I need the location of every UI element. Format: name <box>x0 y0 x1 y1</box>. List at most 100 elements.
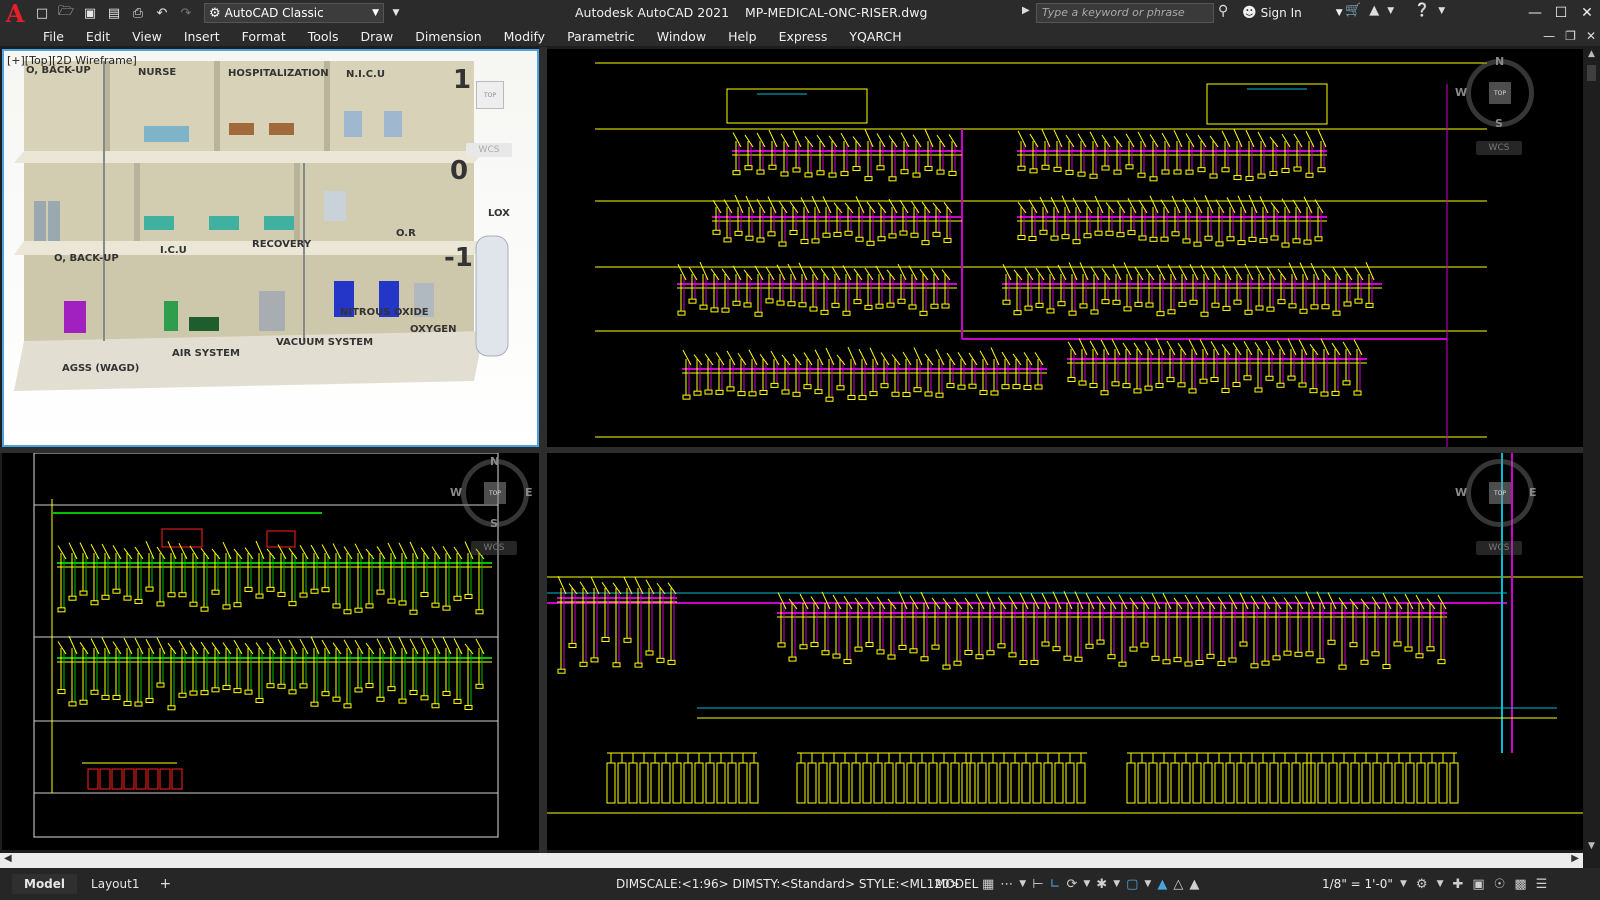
menu-express[interactable]: Express <box>779 29 828 44</box>
gear-icon: ⚙ <box>209 5 221 21</box>
menu-parametric[interactable]: Parametric <box>567 29 635 44</box>
wcs-menu-bottom-left[interactable]: WCS <box>471 541 517 555</box>
workspace-select[interactable]: ⚙ AutoCAD Classic ▼ <box>204 3 384 23</box>
compass-south: S <box>1495 117 1503 130</box>
tab-layout1[interactable]: Layout1 <box>79 874 151 894</box>
scroll-down-icon[interactable]: ▼ <box>1586 841 1597 851</box>
save-icon[interactable]: ▣ <box>80 3 100 23</box>
close-icon[interactable]: ✕ <box>1574 0 1600 26</box>
chevron-down-icon[interactable]: ▼ <box>1438 6 1445 16</box>
autocad-logo-icon[interactable]: A <box>0 0 30 28</box>
compass-west: W <box>1455 86 1468 99</box>
viewcube-top-left[interactable]: TOP <box>476 81 504 109</box>
floor-number-1: 1 <box>453 65 472 95</box>
title-tools: 🛒 ▲ ▼ ❔ ▼ <box>1345 3 1445 18</box>
label-vacuum-system: VACUUM SYSTEM <box>276 337 374 348</box>
plus-icon[interactable]: ✚ <box>1453 877 1464 892</box>
label-nurse: NURSE <box>138 67 177 78</box>
menu-window[interactable]: Window <box>657 29 706 44</box>
model-space-button[interactable]: MODEL <box>935 868 978 900</box>
chevron-down-icon[interactable]: ▼ <box>1437 879 1444 889</box>
wcs-menu-top-right[interactable]: WCS <box>1476 141 1522 155</box>
help-icon[interactable]: ❔ <box>1414 3 1430 18</box>
snap-icon[interactable]: ⋯ <box>1000 877 1013 892</box>
new-file-icon[interactable]: □ <box>32 3 52 23</box>
customization-menu-icon[interactable]: ☰ <box>1536 877 1548 892</box>
viewport-top-left[interactable]: [+][Top][2D Wireframe] O, BACK-UP NURSE … <box>2 49 539 447</box>
print-icon[interactable]: ⎙ <box>128 3 148 23</box>
viewcube-face: TOP <box>1489 82 1511 104</box>
menu-edit[interactable]: Edit <box>86 29 110 44</box>
doc-restore-icon[interactable]: ❐ <box>1565 29 1576 43</box>
annotation-visibility-icon[interactable]: ▲ <box>1157 877 1167 892</box>
vertical-scrollbar[interactable]: ▲ ▼ <box>1583 47 1600 853</box>
menu-tools[interactable]: Tools <box>308 29 339 44</box>
save-as-icon[interactable]: ▤ <box>104 3 124 23</box>
user-icon: ☻ <box>1242 5 1257 21</box>
viewport-bottom-right[interactable]: TOP W E WCS <box>547 453 1583 850</box>
annotation-scale-value[interactable]: 1/8" = 1'-0" <box>1322 868 1393 900</box>
menu-format[interactable]: Format <box>242 29 286 44</box>
grid-icon[interactable]: ▦ <box>982 877 994 892</box>
chevron-down-icon[interactable]: ▼ <box>1113 879 1120 889</box>
autodesk-apps-icon[interactable]: ▲ <box>1369 3 1379 18</box>
menu-dimension[interactable]: Dimension <box>415 29 481 44</box>
chevron-down-icon[interactable]: ▼ <box>1144 879 1151 889</box>
menu-yqarch[interactable]: YQARCH <box>849 29 901 44</box>
scroll-up-icon[interactable]: ▲ <box>1586 49 1597 59</box>
title-bar: A □ 🗁 ▣ ▤ ⎙ ↶ ↷ ⚙ AutoCAD Classic ▼ ▼ Au… <box>0 0 1600 28</box>
wcs-menu-top-left[interactable]: WCS <box>466 143 512 157</box>
infer-constraints-icon[interactable]: ⊢ <box>1032 877 1043 892</box>
scroll-left-icon[interactable]: ◀ <box>4 853 12 864</box>
compass-east: E <box>1529 486 1537 499</box>
workspace-switch-gear-icon[interactable]: ⚙ <box>1416 877 1428 892</box>
chevron-down-icon: ▼ <box>372 8 379 18</box>
menu-file[interactable]: File <box>43 29 64 44</box>
cart-icon[interactable]: 🛒 <box>1345 3 1361 18</box>
scroll-right-icon[interactable]: ▶ <box>1571 853 1579 864</box>
minimize-icon[interactable]: — <box>1522 0 1548 26</box>
clean-screen-icon[interactable]: ▩ <box>1514 877 1526 892</box>
maximize-icon[interactable]: ☐ <box>1548 0 1574 26</box>
horizontal-scrollbar[interactable]: ◀ ▶ <box>0 853 1583 868</box>
add-layout-button[interactable]: + <box>159 876 171 892</box>
search-expand-icon[interactable]: ▶ <box>1022 5 1030 16</box>
chevron-down-icon[interactable]: ▼ <box>1387 6 1394 16</box>
chevron-down-icon[interactable]: ▼ <box>1019 879 1026 889</box>
polar-tracking-icon[interactable]: ⟳ <box>1066 877 1077 892</box>
viewport-top-right[interactable]: TOP N W S WCS <box>547 49 1583 447</box>
viewcube-bottom-right[interactable]: TOP <box>1466 459 1534 527</box>
annotation-scale-icon[interactable]: ▲ <box>1189 877 1199 892</box>
label-air-system: AIR SYSTEM <box>172 348 240 359</box>
label-icu: I.C.U <box>160 245 187 256</box>
menu-draw[interactable]: Draw <box>361 29 394 44</box>
window-controls: — ☐ ✕ <box>1522 0 1600 26</box>
menu-modify[interactable]: Modify <box>504 29 545 44</box>
undo-icon[interactable]: ↶ <box>152 3 172 23</box>
chevron-down-icon[interactable]: ▼ <box>1083 879 1090 889</box>
customize-quick-access-icon[interactable]: ▼ <box>386 3 406 23</box>
menu-view[interactable]: View <box>132 29 162 44</box>
menu-insert[interactable]: Insert <box>184 29 220 44</box>
hardware-acceleration-icon[interactable]: ☉ <box>1494 877 1506 892</box>
label-nicu: N.I.C.U <box>346 69 385 80</box>
object-snap-icon[interactable]: ▢ <box>1126 877 1138 892</box>
ortho-icon[interactable]: ∟ <box>1050 877 1061 892</box>
search-icon[interactable]: ⚲ <box>1218 3 1236 23</box>
menu-help[interactable]: Help <box>728 29 757 44</box>
viewport-bottom-left[interactable]: TOP N W E S WCS <box>2 453 539 850</box>
open-folder-icon[interactable]: 🗁 <box>56 3 76 23</box>
chevron-down-icon[interactable]: ▼ <box>1400 879 1407 889</box>
scrollbar-thumb[interactable] <box>1587 65 1596 81</box>
doc-close-icon[interactable]: ✕ <box>1586 29 1596 43</box>
search-input[interactable]: Type a keyword or phrase <box>1036 3 1214 23</box>
isodraft-icon[interactable]: ✱ <box>1096 877 1107 892</box>
redo-icon[interactable]: ↷ <box>176 3 196 23</box>
auto-scale-icon[interactable]: △ <box>1173 877 1183 892</box>
doc-minimize-icon[interactable]: — <box>1543 29 1555 43</box>
tab-model[interactable]: Model <box>12 874 78 894</box>
sign-in-button[interactable]: ☻ Sign In ▼ <box>1242 3 1343 23</box>
wcs-menu-bottom-right[interactable]: WCS <box>1476 541 1522 555</box>
viewport-controls-label[interactable]: [+][Top][2D Wireframe] <box>7 54 137 67</box>
isolate-objects-icon[interactable]: ▣ <box>1472 877 1484 892</box>
